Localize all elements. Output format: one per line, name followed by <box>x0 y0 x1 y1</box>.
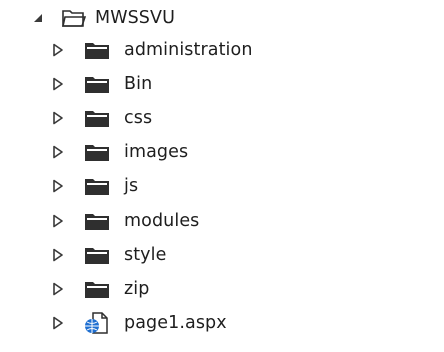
tree-node-label: zip <box>124 278 150 299</box>
tree-node-label: images <box>124 142 189 163</box>
aspx-file-icon <box>84 312 110 334</box>
tree-node-page1-aspx[interactable]: page1.aspx <box>0 307 444 339</box>
tree-node-root-label: MWSSVU <box>95 8 175 28</box>
folder-icon <box>84 39 110 61</box>
tree-node-style[interactable]: style <box>0 239 444 271</box>
tree-node-css[interactable]: css <box>0 102 444 134</box>
collapsed-arrow-icon[interactable] <box>51 248 65 262</box>
tree-node-images[interactable]: images <box>0 136 444 168</box>
tree-node-label: style <box>124 244 167 265</box>
folder-open-icon <box>61 7 87 29</box>
folder-icon <box>84 210 110 232</box>
tree-node-label: Bin <box>124 74 153 95</box>
folder-icon <box>84 73 110 95</box>
collapsed-arrow-icon[interactable] <box>51 77 65 91</box>
expanded-arrow-icon[interactable] <box>31 11 45 25</box>
tree-node-administration[interactable]: administration <box>0 34 444 66</box>
tree-node-label: page1.aspx <box>124 312 227 333</box>
folder-icon <box>84 175 110 197</box>
tree-node-label: css <box>124 108 153 129</box>
tree-node-modules[interactable]: modules <box>0 205 444 237</box>
solution-explorer-tree: MWSSVU administration Bin css images js modul… <box>0 0 444 352</box>
collapsed-arrow-icon[interactable] <box>51 214 65 228</box>
collapsed-arrow-icon[interactable] <box>51 145 65 159</box>
collapsed-arrow-icon[interactable] <box>51 179 65 193</box>
collapsed-arrow-icon[interactable] <box>51 282 65 296</box>
collapsed-arrow-icon[interactable] <box>51 316 65 330</box>
tree-node-label: administration <box>124 40 253 60</box>
tree-node-label: modules <box>124 210 200 231</box>
collapsed-arrow-icon[interactable] <box>51 43 65 57</box>
tree-node-root[interactable]: MWSSVU <box>0 2 444 34</box>
collapsed-arrow-icon[interactable] <box>51 111 65 125</box>
folder-icon <box>84 107 110 129</box>
tree-node-js[interactable]: js <box>0 170 444 202</box>
tree-node-bin[interactable]: Bin <box>0 68 444 100</box>
tree-node-zip[interactable]: zip <box>0 273 444 305</box>
folder-icon <box>84 278 110 300</box>
tree-node-label: js <box>124 176 139 197</box>
folder-icon <box>84 244 110 266</box>
folder-icon <box>84 141 110 163</box>
